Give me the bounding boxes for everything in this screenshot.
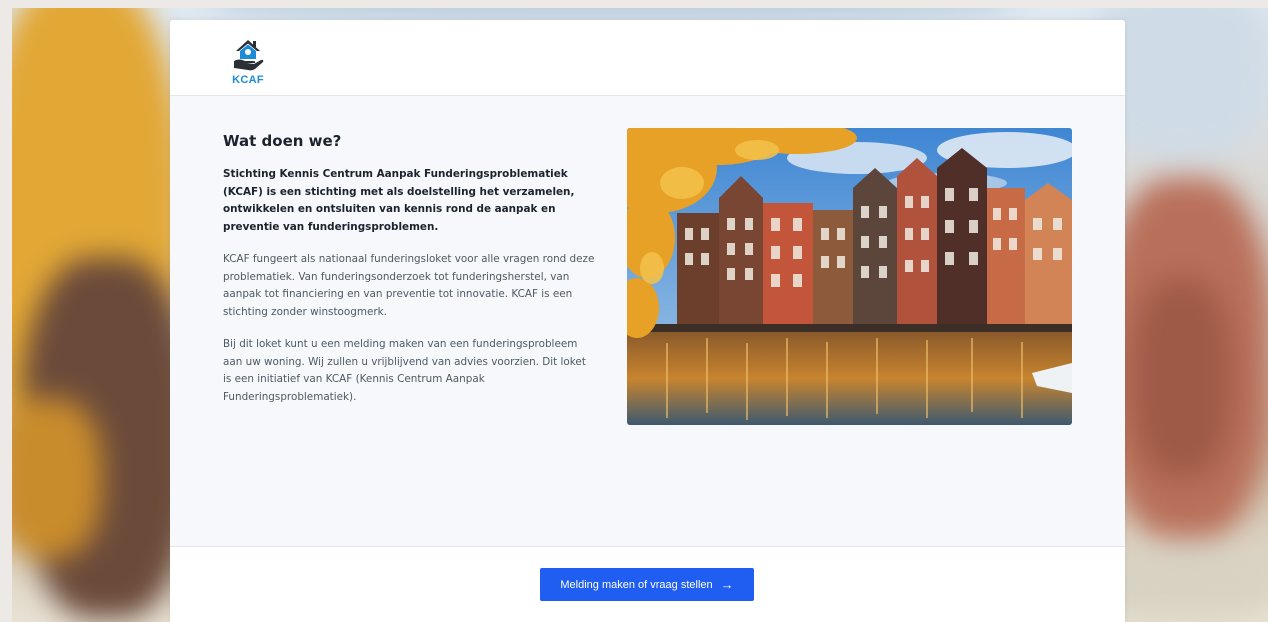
logo-text: KCAF xyxy=(232,74,264,86)
canal-houses-illustration xyxy=(627,128,1072,425)
house-hand-logo-icon xyxy=(234,40,264,71)
amsterdam-canal-photo xyxy=(627,128,1072,425)
lead-paragraph: Stichting Kennis Centrum Aanpak Funderin… xyxy=(223,168,575,233)
arrow-right-icon: → xyxy=(720,577,734,592)
report-or-ask-button[interactable]: Melding maken of vraag stellen → xyxy=(540,568,754,601)
body-paragraph-1: KCAF fungeert als nationaal funderingslo… xyxy=(223,253,595,318)
footer: Melding maken of vraag stellen → xyxy=(170,546,1125,622)
header: KCAF xyxy=(170,20,1125,96)
section-title: Wat doen we? xyxy=(223,132,342,150)
about-section: Wat doen we? Stichting Kennis Centrum Aa… xyxy=(223,132,595,421)
cta-label: Melding maken of vraag stellen xyxy=(560,578,713,591)
body-paragraph-2: Bij dit loket kunt u een melding maken v… xyxy=(223,338,586,403)
kcaf-logo[interactable]: KCAF xyxy=(227,34,269,90)
main-card: KCAF Wat doen we? Stichting Kennis Centr… xyxy=(170,20,1125,622)
